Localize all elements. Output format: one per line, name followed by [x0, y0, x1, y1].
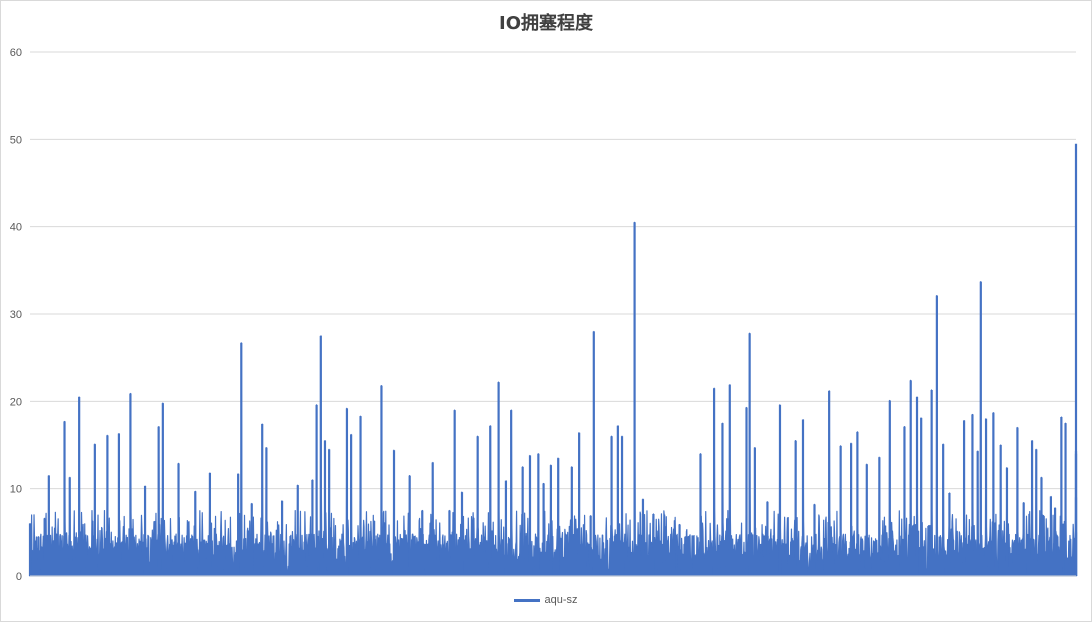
legend-swatch	[514, 598, 541, 602]
gridlines	[30, 51, 1076, 490]
y-tick-label: 0	[16, 571, 22, 583]
legend: aqu-sz	[0, 594, 1092, 606]
chart-canvas: 0 10 20 30 40 50 60	[10, 47, 1078, 583]
plot-area	[29, 221, 1077, 577]
y-tick-label: 20	[10, 396, 22, 408]
y-tick-label: 30	[10, 309, 22, 321]
y-tick-label: 10	[10, 484, 22, 496]
series-aqu-sz-area	[29, 221, 1077, 577]
y-tick-label: 40	[10, 222, 22, 234]
y-tick-label: 60	[10, 47, 22, 59]
y-axis-ticks: 0 10 20 30 40 50 60	[10, 47, 22, 583]
y-tick-label: 50	[10, 134, 22, 146]
peak-marks	[28, 143, 1078, 577]
legend-label: aqu-sz	[544, 594, 578, 606]
